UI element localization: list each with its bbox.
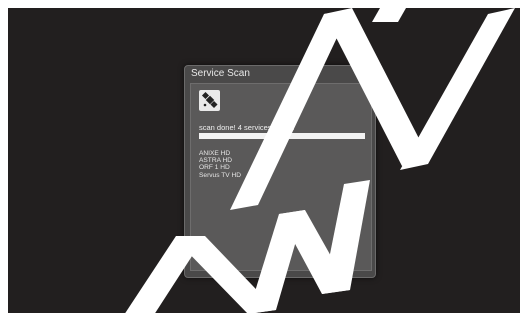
list-item: Servus TV HD	[199, 171, 242, 179]
satellite-icon	[199, 90, 220, 111]
scan-status-text: scan done! 4 services found!	[199, 123, 295, 132]
service-scan-dialog: Service Scan scan done! 4 services found…	[184, 65, 376, 278]
tv-screen: Service Scan scan done! 4 services found…	[8, 8, 520, 313]
dialog-title: Service Scan	[191, 68, 250, 79]
scan-progress-bar	[199, 133, 365, 139]
list-item: ORF 1 HD	[199, 164, 230, 172]
list-item: ASTRA HD	[199, 157, 232, 165]
found-services-list: ANIXE HD ASTRA HD ORF 1 HD Servus TV HD	[199, 150, 241, 179]
dialog-body: scan done! 4 services found! ANIXE HD AS…	[190, 83, 372, 271]
list-item: ANIXE HD	[199, 150, 231, 157]
scan-progress-fill	[199, 133, 365, 139]
